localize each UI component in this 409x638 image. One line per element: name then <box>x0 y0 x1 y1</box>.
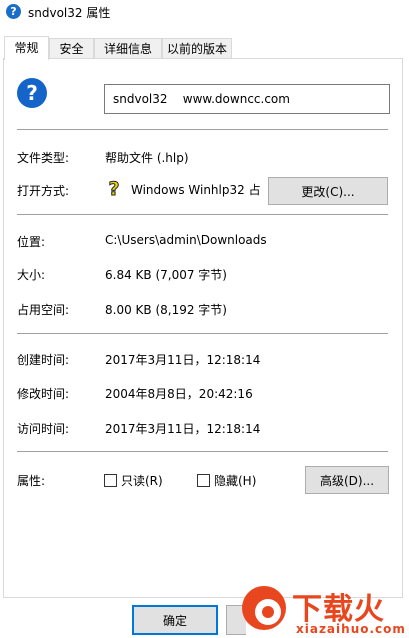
separator <box>17 451 388 452</box>
flame-logo-icon <box>242 586 286 630</box>
open-with-label: 打开方式: <box>17 184 70 198</box>
size-value: 6.84 KB (7,007 字节) <box>105 268 227 282</box>
location-label: 位置: <box>17 235 46 249</box>
tab-security[interactable]: 安全 <box>49 38 94 58</box>
created-value: 2017年3月11日，12:18:14 <box>105 353 261 367</box>
open-with-app: Windows Winhlp32 占位 <box>131 183 261 197</box>
modified-value: 2004年8月8日，20:42:16 <box>105 387 253 401</box>
file-name-input[interactable] <box>104 84 390 114</box>
created-label: 创建时间: <box>17 353 70 367</box>
window-title: sndvol32 属性 <box>28 6 111 20</box>
file-type-label: 文件类型: <box>17 151 70 165</box>
checkbox-box[interactable] <box>104 473 117 487</box>
readonly-checkbox[interactable]: 只读(R) <box>104 472 163 488</box>
help-file-icon: ? <box>17 78 47 108</box>
size-on-disk-label: 占用空间: <box>17 303 70 317</box>
hidden-checkbox[interactable]: 隐藏(H) <box>197 472 256 488</box>
file-type-value: 帮助文件 (.hlp) <box>105 151 189 165</box>
separator <box>17 214 388 215</box>
attributes-label: 属性: <box>17 474 46 488</box>
checkbox-box[interactable] <box>197 473 210 487</box>
winhlp-question-icon: ? <box>108 179 120 199</box>
tab-strip: 常规 安全 详细信息 以前的版本 <box>0 36 409 60</box>
size-label: 大小: <box>17 268 46 282</box>
tab-details[interactable]: 详细信息 <box>94 38 162 58</box>
tab-general[interactable]: 常规 <box>4 36 49 60</box>
help-file-icon: ? <box>6 4 21 19</box>
accessed-value: 2017年3月11日，12:18:14 <box>105 422 261 436</box>
change-button[interactable]: 更改(C)... <box>268 177 388 205</box>
advanced-button[interactable]: 高级(D)... <box>305 466 389 494</box>
separator <box>17 129 388 130</box>
size-on-disk-value: 8.00 KB (8,192 字节) <box>105 303 227 317</box>
xiazaihuo-watermark: 下载火 xiazaihuo.com <box>238 582 409 638</box>
accessed-label: 访问时间: <box>17 422 70 436</box>
general-panel <box>3 58 403 598</box>
watermark-subtitle: xiazaihuo.com <box>296 622 406 636</box>
modified-label: 修改时间: <box>17 387 70 401</box>
readonly-checkbox-label: 只读(R) <box>121 473 163 488</box>
ok-button[interactable]: 确定 <box>132 605 218 635</box>
tab-previous-versions[interactable]: 以前的版本 <box>162 38 232 58</box>
separator <box>17 333 388 334</box>
svg-text:?: ? <box>108 179 119 199</box>
hidden-checkbox-label: 隐藏(H) <box>214 473 257 488</box>
location-value: C:\Users\admin\Downloads <box>105 233 267 247</box>
title-bar: ? sndvol32 属性 <box>0 0 409 24</box>
